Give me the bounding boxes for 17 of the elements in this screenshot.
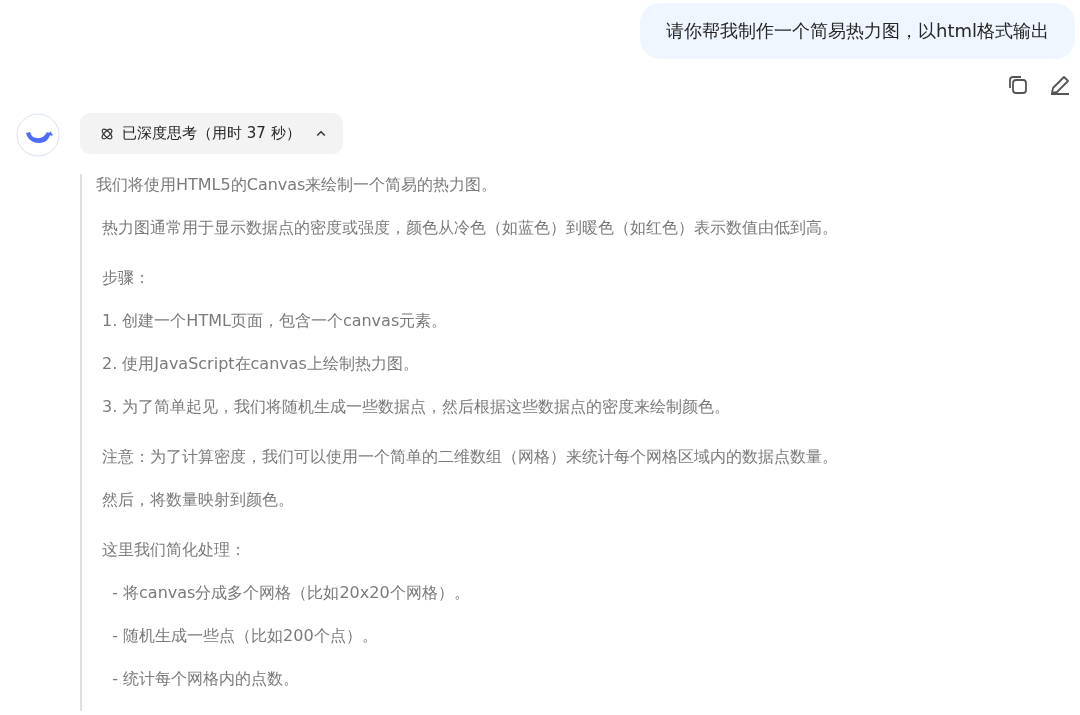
user-message: 请你帮我制作一个简易热力图，以html格式输出 <box>640 3 1075 59</box>
thinking-text: 1. 创建一个HTML页面，包含一个canvas元素。 <box>102 310 448 332</box>
edit-icon[interactable] <box>1048 73 1072 97</box>
thinking-text: 步骤： <box>102 267 150 289</box>
thinking-toggle[interactable]: 已深度思考（用时 37 秒） <box>80 113 343 154</box>
atom-icon <box>100 126 114 141</box>
thinking-text: 我们将使用HTML5的Canvas来绘制一个简易的热力图。 <box>96 174 498 196</box>
thinking-text: - 随机生成一些点（比如200个点）。 <box>111 625 378 647</box>
thinking-text: 2. 使用JavaScript在canvas上绘制热力图。 <box>102 353 419 375</box>
thinking-text: 热力图通常用于显示数据点的密度或强度，颜色从冷色（如蓝色）到暖色（如红色）表示数值由低到高。 <box>102 217 838 239</box>
thinking-text: 然后，将数量映射到颜色。 <box>102 489 294 511</box>
thinking-text: - 统计每个网格内的点数。 <box>111 668 300 690</box>
copy-icon[interactable] <box>1006 73 1030 97</box>
thinking-text: 3. 为了简单起见，我们将随机生成一些数据点，然后根据这些数据点的密度来绘制颜色。 <box>102 396 731 418</box>
thinking-text: - 将canvas分成多个网格（比如20x20个网格）。 <box>111 582 470 604</box>
thinking-text: 注意：为了计算密度，我们可以使用一个简单的二维数组（网格）来统计每个网格区域内的数据点数量。 <box>102 446 838 468</box>
thinking-text: 这里我们简化处理： <box>102 539 246 561</box>
